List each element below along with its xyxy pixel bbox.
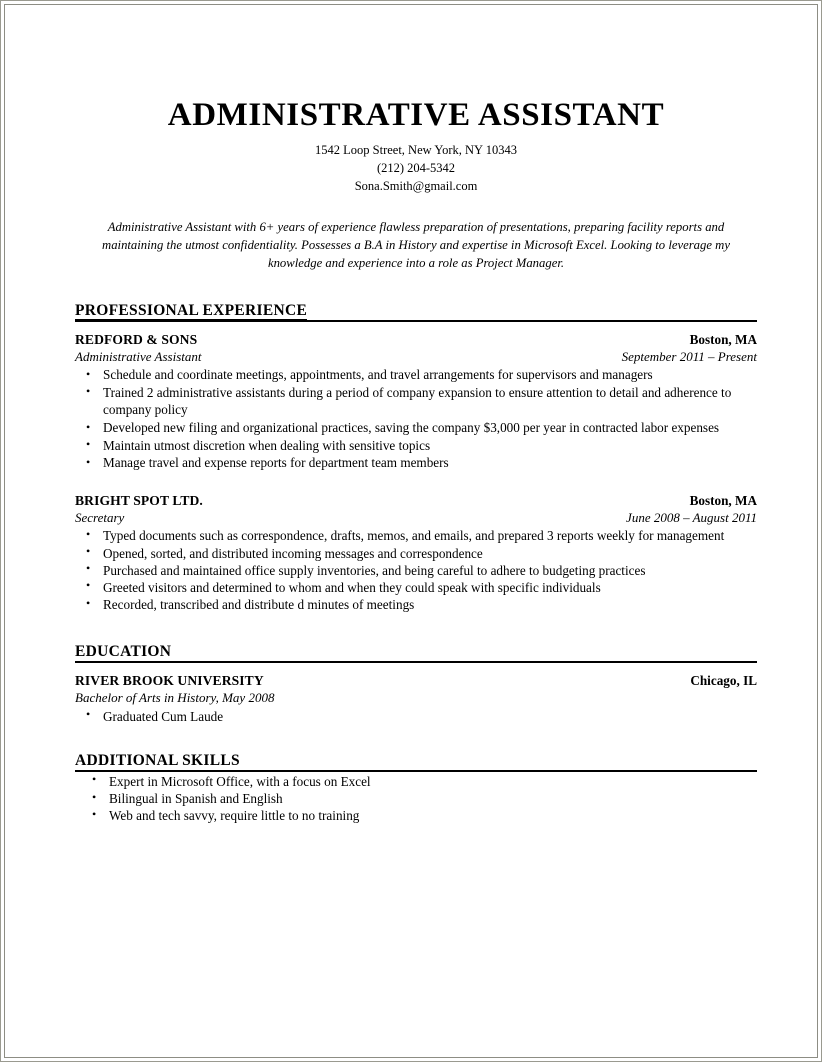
contact-phone: (212) 204-5342: [376, 161, 456, 176]
section-header-experience: PROFESSIONAL EXPERIENCE: [75, 302, 757, 322]
list-item: Maintain utmost discretion when dealing …: [75, 436, 757, 455]
list-item: Schedule and coordinate meetings, appoin…: [75, 366, 757, 384]
list-item: Trained 2 administrative assistants duri…: [75, 383, 757, 419]
list-item: Developed new filing and organizational …: [75, 419, 757, 437]
list-item: Typed documents such as correspondence, …: [75, 527, 757, 544]
section-title-education: EDUCATION: [75, 643, 172, 664]
section-professional-experience: PROFESSIONAL EXPERIENCE REDFORD & SONS B…: [75, 302, 757, 614]
contact-email: Sona.Smith@gmail.com: [354, 178, 478, 193]
entry-role-row: Administrative Assistant September 2011 …: [75, 349, 757, 366]
section-divider: [75, 661, 757, 664]
experience-entry: BRIGHT SPOT LTD. Boston, MA Secretary Ju…: [75, 492, 757, 613]
section-additional-skills: ADDITIONAL SKILLS Expert in Microsoft Of…: [75, 752, 757, 824]
list-item: Recorded, transcribed and distribute d m…: [75, 596, 757, 613]
employer-name: BRIGHT SPOT LTD.: [75, 492, 203, 508]
contact-address: 1542 Loop Street, New York, NY 10343: [315, 143, 517, 158]
job-dates: September 2011 – Present: [621, 348, 757, 364]
section-divider: [75, 319, 757, 322]
entry-org-row: REDFORD & SONS Boston, MA: [75, 331, 757, 349]
responsibility-list: Typed documents such as correspondence, …: [75, 527, 757, 613]
job-title: Secretary: [75, 509, 125, 525]
entry-role-row: Bachelor of Arts in History, May 2008: [75, 690, 757, 707]
education-detail-list: Graduated Cum Laude: [75, 707, 757, 725]
list-item: Opened, sorted, and distributed incoming…: [75, 544, 757, 562]
section-education: EDUCATION RIVER BROOK UNIVERSITY Chicago…: [75, 643, 757, 725]
entry-org-row: BRIGHT SPOT LTD. Boston, MA: [75, 492, 757, 510]
responsibility-list: Schedule and coordinate meetings, appoin…: [75, 366, 757, 472]
resume-content: ADMINISTRATIVE ASSISTANT 1542 Loop Stree…: [75, 97, 757, 824]
school-location: Chicago, IL: [690, 673, 757, 689]
list-item: Purchased and maintained office supply i…: [75, 561, 757, 579]
entry-role-row: Secretary June 2008 – August 2011: [75, 510, 757, 527]
professional-summary: Administrative Assistant with 6+ years o…: [102, 219, 730, 270]
list-item: Bilingual in Spanish and English: [75, 790, 757, 807]
school-name: RIVER BROOK UNIVERSITY: [75, 673, 264, 689]
skills-list: Expert in Microsoft Office, with a focus…: [75, 772, 757, 824]
list-item: Manage travel and expense reports for de…: [75, 454, 757, 472]
resume-header: ADMINISTRATIVE ASSISTANT 1542 Loop Stree…: [75, 97, 757, 196]
list-item: Expert in Microsoft Office, with a focus…: [75, 772, 757, 790]
section-title-experience: PROFESSIONAL EXPERIENCE: [75, 302, 308, 322]
education-entry: RIVER BROOK UNIVERSITY Chicago, IL Bache…: [75, 672, 757, 725]
section-divider: [75, 769, 757, 772]
job-title: Administrative Assistant: [75, 348, 202, 364]
page-border: ADMINISTRATIVE ASSISTANT 1542 Loop Stree…: [4, 4, 818, 1058]
section-header-education: EDUCATION: [75, 643, 757, 664]
employer-name: REDFORD & SONS: [75, 331, 198, 347]
list-item: Graduated Cum Laude: [75, 707, 757, 725]
entry-org-row: RIVER BROOK UNIVERSITY Chicago, IL: [75, 672, 757, 690]
page-title: ADMINISTRATIVE ASSISTANT: [167, 97, 665, 133]
experience-entry: REDFORD & SONS Boston, MA Administrative…: [75, 331, 757, 472]
list-item: Web and tech savvy, require little to no…: [75, 807, 757, 824]
job-dates: June 2008 – August 2011: [626, 509, 757, 525]
list-item: Greeted visitors and determined to whom …: [75, 578, 757, 596]
section-header-skills: ADDITIONAL SKILLS: [75, 752, 757, 772]
employer-location: Boston, MA: [689, 492, 757, 508]
degree-title: Bachelor of Arts in History, May 2008: [75, 690, 275, 706]
resume-page: ADMINISTRATIVE ASSISTANT 1542 Loop Stree…: [0, 0, 822, 1062]
employer-location: Boston, MA: [689, 331, 757, 347]
section-title-skills: ADDITIONAL SKILLS: [75, 752, 240, 772]
